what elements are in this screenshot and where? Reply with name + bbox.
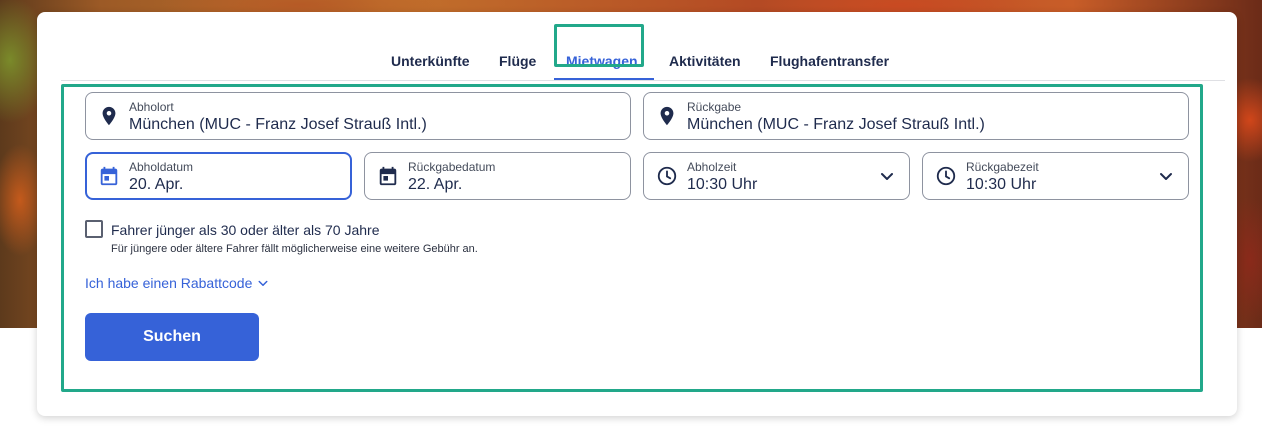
tab-car-rental[interactable]: Mietwagen bbox=[566, 50, 638, 95]
promo-code-link[interactable]: Ich habe einen Rabattcode bbox=[85, 275, 269, 291]
return-location-field[interactable]: Rückgabe München (MUC - Franz Josef Stra… bbox=[643, 92, 1189, 140]
tab-bar: Unterkünfte Flüge Mietwagen Aktivitäten … bbox=[61, 36, 1225, 81]
pickup-time-value: 10:30 Uhr bbox=[687, 176, 758, 193]
pickup-date-label: Abholdatum bbox=[129, 160, 194, 174]
driver-age-checkbox[interactable] bbox=[85, 220, 103, 238]
driver-age-label: Fahrer jünger als 30 oder älter als 70 J… bbox=[111, 222, 380, 238]
pickup-date-field[interactable]: Abholdatum 20. Apr. bbox=[85, 152, 352, 200]
chevron-down-icon bbox=[881, 173, 893, 180]
pickup-time-select[interactable]: Abholzeit 10:30 Uhr bbox=[643, 152, 910, 200]
clock-icon bbox=[657, 166, 677, 186]
return-time-label: Rückgabezeit bbox=[966, 160, 1039, 174]
return-date-field[interactable]: Rückgabedatum 22. Apr. bbox=[364, 152, 631, 200]
pickup-location-label: Abholort bbox=[129, 100, 174, 114]
map-pin-icon bbox=[102, 106, 116, 126]
active-tab-indicator bbox=[554, 78, 654, 80]
tab-activities[interactable]: Aktivitäten bbox=[669, 50, 741, 95]
promo-code-label: Ich habe einen Rabattcode bbox=[85, 275, 253, 291]
calendar-icon bbox=[379, 166, 397, 186]
return-date-label: Rückgabedatum bbox=[408, 160, 496, 174]
pickup-location-field[interactable]: Abholort München (MUC - Franz Josef Stra… bbox=[85, 92, 631, 140]
map-pin-icon bbox=[660, 106, 674, 126]
return-date-value: 22. Apr. bbox=[408, 176, 463, 193]
return-time-select[interactable]: Rückgabezeit 10:30 Uhr bbox=[922, 152, 1189, 200]
chevron-down-icon bbox=[1160, 173, 1172, 180]
pickup-time-label: Abholzeit bbox=[687, 160, 737, 174]
return-location-value: München (MUC - Franz Josef Strauß Intl.) bbox=[687, 116, 985, 133]
return-location-label: Rückgabe bbox=[687, 100, 742, 114]
chevron-down-icon bbox=[258, 280, 268, 286]
return-time-value: 10:30 Uhr bbox=[966, 176, 1037, 193]
pickup-date-value: 20. Apr. bbox=[129, 176, 184, 193]
tab-accommodations[interactable]: Unterkünfte bbox=[391, 50, 470, 95]
tab-airport-transfer[interactable]: Flughafentransfer bbox=[770, 50, 889, 95]
search-card: Unterkünfte Flüge Mietwagen Aktivitäten … bbox=[37, 12, 1237, 416]
calendar-icon bbox=[100, 166, 118, 186]
tab-flights[interactable]: Flüge bbox=[499, 50, 536, 95]
search-button[interactable]: Suchen bbox=[85, 313, 259, 361]
driver-age-help-text: Für jüngere oder ältere Fahrer fällt mög… bbox=[111, 243, 478, 255]
clock-icon bbox=[936, 166, 956, 186]
pickup-location-value: München (MUC - Franz Josef Strauß Intl.) bbox=[129, 116, 427, 133]
